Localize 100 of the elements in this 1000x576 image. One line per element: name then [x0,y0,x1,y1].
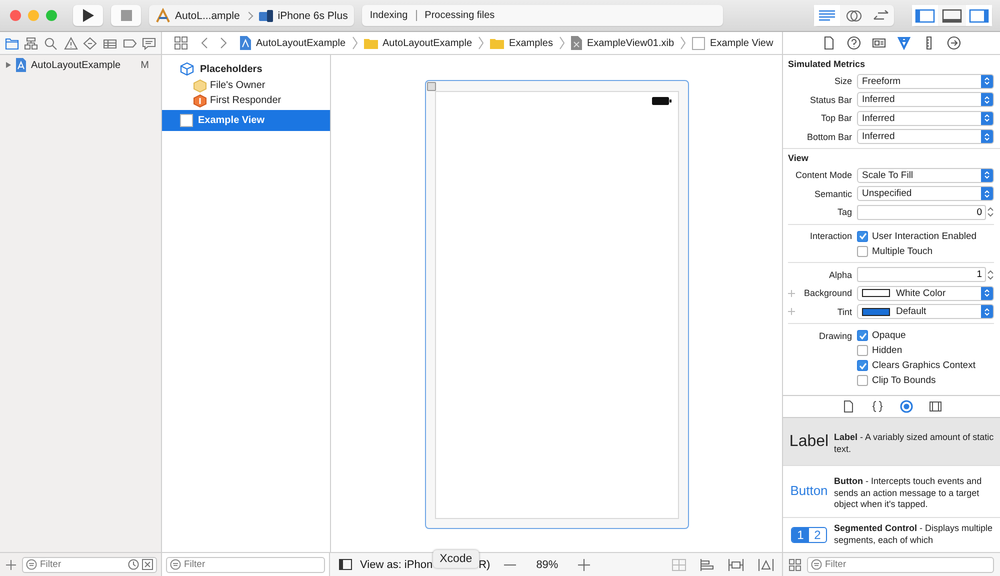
checkbox[interactable]: Multiple Touch [857,246,933,256]
number-field[interactable]: 1 [857,267,986,282]
path-item[interactable]: ExampleView01.xib [570,36,674,50]
stepper[interactable] [987,206,994,218]
panel-icon [915,8,935,22]
project-navigator-tab[interactable] [4,36,19,50]
updown-arrows-icon [981,187,993,200]
play-icon [82,9,94,22]
film-icon [928,400,942,413]
updown-arrows-icon [981,93,993,106]
color-popup[interactable]: Default [857,304,994,320]
back-icon[interactable] [200,37,208,49]
scm-filter-icon[interactable] [142,559,153,570]
popup-button[interactable]: Inferred [857,110,994,126]
popup-button[interactable]: Inferred [857,92,994,108]
zoom-level: 89% [536,558,558,570]
run-button[interactable] [73,5,103,26]
outline-item[interactable]: File's Owner [162,78,330,93]
popup-button[interactable]: Unspecified [857,186,994,202]
identity-tab[interactable] [872,36,886,50]
checkbox[interactable]: User Interaction Enabled [857,230,977,242]
symbol-navigator-tab[interactable] [24,36,38,50]
hammer-icon [155,8,171,24]
search-tab[interactable] [44,36,58,50]
plus-icon [788,308,795,316]
warning-icon [64,36,78,50]
tag-icon [122,36,137,50]
color-popup[interactable]: White Color [857,286,994,301]
sidebar-toggle-icon[interactable] [339,559,352,570]
align-icon[interactable] [700,558,714,570]
disclosure-triangle[interactable] [6,62,11,68]
outline-item[interactable]: First Responder [162,93,330,108]
popup-button[interactable]: Inferred [857,129,994,144]
checkbox[interactable]: Hidden [857,345,902,356]
library-item[interactable]: Button Button - Intercepts touch events and sends an action message to a target object when it's tapped. [783,466,1000,518]
breakpoint-tab[interactable] [122,36,137,50]
path-item[interactable]: Example View [692,36,774,50]
document-icon [822,36,836,50]
message-icon [142,36,156,50]
add-icon[interactable] [6,560,16,570]
test-tab[interactable] [83,36,98,50]
library-item[interactable]: Label Label - A variably sized amount of static text. [783,418,1000,466]
project-item[interactable]: AutoLayoutExample M [0,55,161,72]
section-title: Simulated Metrics [788,58,866,71]
outline-item[interactable]: Example View [162,110,330,131]
connections-tab[interactable] [947,36,961,50]
view-as-label[interactable]: View as: iPhon [360,558,433,570]
standard-editor-button[interactable] [814,5,840,26]
path-item[interactable]: AutoLayoutExample [240,36,346,50]
clock-icon[interactable] [128,559,139,570]
code-snippet-tab[interactable] [870,400,884,413]
forward-icon[interactable] [220,37,228,49]
object-library-tab[interactable] [900,400,912,413]
path-item[interactable]: Examples [490,38,553,48]
number-field[interactable]: 0 [857,204,986,220]
stepper[interactable] [987,268,994,281]
item-description: Button - Intercepts touch events and sends an action message to a target object when it's tapped. [834,476,983,510]
popup-button[interactable]: Freeform [857,74,994,89]
filter-field[interactable]: Filter [22,556,157,572]
debug-tab[interactable] [102,36,117,50]
media-library-tab[interactable] [928,400,942,413]
utilities-toggle[interactable] [966,5,992,26]
grid-view-icon[interactable] [789,558,801,570]
resize-handle-icon[interactable] [426,82,436,91]
popup-button[interactable]: Scale To Fill [857,168,994,183]
document-icon [570,36,582,50]
filter-field[interactable]: Filter [807,556,994,572]
checkmark-icon [858,332,866,340]
updown-arrows-icon [981,112,993,125]
checkbox[interactable]: Clears Graphics Context [857,360,976,371]
field-label: Background [802,288,853,298]
view-as-label[interactable]: R) [478,558,490,570]
filter-field[interactable]: Filter [184,559,321,570]
checkbox[interactable]: Clip To Bounds [857,375,936,386]
related-items-icon[interactable] [174,36,188,50]
updown-arrows-icon [981,286,993,300]
close-button[interactable] [10,10,21,21]
filter-field[interactable]: Filter [166,556,325,572]
filter-icon [170,559,181,570]
scheme-selector[interactable]: AutoL...ample iPhone 6s Plus [149,5,354,26]
field-label: Alpha [828,270,853,280]
file-inspector-tab[interactable] [822,36,836,50]
file-template-tab[interactable] [842,400,854,413]
stop-button[interactable] [111,5,141,26]
help-tab[interactable] [847,36,861,50]
library-item[interactable]: 1 2 Segmented Control - Displays multiple segments, each of which [783,518,1000,552]
resolve-issues-icon[interactable] [758,558,774,570]
zoom-in-icon[interactable] [578,558,590,570]
field-label: Interaction [808,231,853,241]
shield-icon [897,36,911,50]
checkbox[interactable]: Opaque [857,330,906,341]
path-item[interactable]: AutoLayoutExample [364,38,472,48]
pin-icon[interactable] [728,558,744,570]
report-tab[interactable] [142,36,156,50]
hierarchy-icon [24,36,38,50]
chevron-icon [680,36,686,50]
attributes-tab[interactable] [897,36,911,50]
issue-tab[interactable] [64,36,78,50]
field-label: Content Mode [794,170,853,180]
navigator-toggle[interactable] [912,5,938,26]
